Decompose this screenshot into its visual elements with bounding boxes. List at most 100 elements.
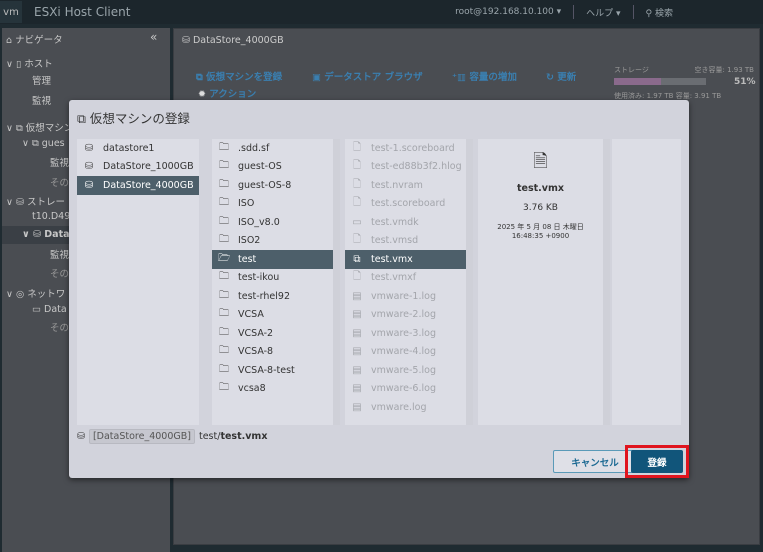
datastore-browser-action[interactable]: ▣ データストア ブラウザ (312, 69, 423, 83)
search-icon: ⚲ (645, 8, 655, 19)
item-label: vmware-1.log (371, 290, 436, 302)
list-item[interactable]: 🗋 test.scoreboard (345, 195, 466, 214)
nav-host[interactable]: ∨ ▯ ホスト (6, 56, 53, 70)
vmx-file-icon: 🗎 (533, 151, 548, 172)
list-item[interactable]: ⛁ DataStore_4000GB (77, 176, 199, 195)
search-button[interactable]: ⚲ 検索 (646, 6, 673, 19)
list-item[interactable]: ⛁ DataStore_1000GB (77, 158, 199, 177)
list-item[interactable]: 🗀 VCSA-2 (212, 324, 333, 343)
help-menu[interactable]: ヘルプ ▾ (586, 6, 620, 19)
user-menu[interactable]: root@192.168.10.100 ▾ (455, 7, 561, 17)
list-item[interactable]: ▤ vmware-3.log (345, 324, 466, 343)
list-item[interactable]: ▤ vmware-2.log (345, 306, 466, 325)
list-item[interactable]: 🗀 test-rhel92 (212, 287, 333, 306)
actions-menu[interactable]: ✹ アクション (198, 86, 256, 100)
list-item[interactable]: 🗀 ISO2 (212, 232, 333, 251)
refresh-action[interactable]: ↻ 更新 (546, 69, 576, 83)
item-label: VCSA-8-test (238, 364, 295, 376)
list-item[interactable]: 🗀 vcsa8 (212, 380, 333, 399)
file-scrollbar[interactable] (466, 139, 473, 425)
item-label: guest-OS-8 (238, 179, 292, 191)
list-item[interactable]: 🗀 .sdd.sf (212, 139, 333, 158)
folder-icon: 🗀 (219, 234, 229, 246)
collapse-icon[interactable]: « (150, 30, 157, 44)
nav-vms[interactable]: ∨ ⧉ 仮想マシン (6, 120, 73, 134)
item-label: vmware.log (371, 401, 427, 413)
list-item[interactable]: 🗁 test (212, 250, 333, 269)
storage-summary: ストレージ 空き容量: 1.93 TB (614, 66, 754, 74)
list-item[interactable]: ▤ vmware.log (345, 398, 466, 417)
list-item[interactable]: ⛁ datastore1 (77, 139, 199, 158)
list-item[interactable]: 🗀 test-ikou (212, 269, 333, 288)
folder-list: 🗀 .sdd.sf 🗀 guest-OS 🗀 guest-OS-8 🗀 ISO 🗀 ISO_v8.… (212, 139, 333, 425)
nav-ds-other[interactable]: その (50, 266, 69, 280)
item-label: vmware-5.log (371, 364, 436, 376)
item-label: vcsa8 (238, 383, 266, 395)
nav-ds-monitor[interactable]: 監視 (50, 247, 69, 261)
list-item[interactable]: ▤ vmware-4.log (345, 343, 466, 362)
increase-capacity-action[interactable]: ⁺▥ 容量の増加 (452, 69, 517, 83)
nav-net-other[interactable]: その (50, 320, 69, 334)
folder-icon: 🗀 (219, 178, 229, 190)
folder-scrollbar[interactable] (333, 139, 340, 425)
item-label: test (238, 253, 257, 265)
nav-vm-other[interactable]: その (50, 175, 69, 189)
app-title: ESXi Host Client (34, 5, 131, 19)
list-item[interactable]: 🗋 test-ed88b3f2.hlog (345, 158, 466, 177)
register-vm-action[interactable]: ⧉ 仮想マシンを登録 (196, 69, 282, 83)
file-icon: 🗋 (352, 234, 362, 246)
nav-storage[interactable]: ∨ ⛁ ストレー (6, 194, 65, 208)
folder-icon: 🗀 (219, 289, 229, 301)
folder-icon: 🗀 (219, 197, 229, 209)
folder-icon: 🗀 (219, 160, 229, 172)
item-label: test.vmx (371, 253, 413, 265)
item-label: test.nvram (371, 179, 423, 191)
list-item[interactable]: ▤ vmware-6.log (345, 380, 466, 399)
register-button[interactable]: 登録 (631, 450, 683, 473)
datastore-icon: ⛁ (84, 179, 94, 191)
detail-size: 3.76 KB (523, 203, 558, 213)
folder-icon: 🗀 (219, 326, 229, 338)
detail-scrollbar[interactable] (603, 139, 610, 425)
register-vm-dialog: ⧉ 仮想マシンの登録 ⛁ datastore1 ⛁ DataStore_1000GB ⛁… (69, 100, 689, 478)
nav-vm-monitor[interactable]: 監視 (50, 155, 69, 169)
item-label: vmware-4.log (371, 346, 436, 358)
file-icon: 🗋 (352, 178, 362, 190)
nav-network[interactable]: ∨ ◎ ネットワ (6, 286, 65, 300)
item-label: test-ikou (238, 272, 280, 284)
list-item[interactable]: 🗀 VCSA-8-test (212, 361, 333, 380)
datastore-icon: ⛁ (84, 142, 94, 154)
list-item[interactable]: 🗀 guest-OS (212, 158, 333, 177)
list-item[interactable]: 🗋 test.vmsd (345, 232, 466, 251)
vm-logo: vm (0, 1, 22, 23)
list-item[interactable]: ⧉ test.vmx (345, 250, 466, 269)
list-item[interactable]: 🗋 test.nvram (345, 176, 466, 195)
list-item[interactable]: 🗀 ISO (212, 195, 333, 214)
path-datastore: [DataStore_4000GB] (88, 429, 195, 444)
list-item[interactable]: 🗀 ISO_v8.0 (212, 213, 333, 232)
list-item[interactable]: 🗋 test.vmxf (345, 269, 466, 288)
top-bar: vm ESXi Host Client root@192.168.10.100 … (0, 0, 763, 24)
file-icon: 🗋 (352, 197, 362, 209)
list-item[interactable]: ▤ vmware-5.log (345, 361, 466, 380)
disk-icon: ▭ (352, 216, 362, 228)
item-label: .sdd.sf (238, 142, 270, 154)
list-item[interactable]: 🗀 VCSA-8 (212, 343, 333, 362)
path-file: test.vmx (220, 431, 268, 442)
item-label: VCSA-2 (238, 327, 274, 339)
nav-vm-guest[interactable]: ∨ ⧉ gues (22, 138, 65, 149)
file-icon: 🗋 (352, 160, 362, 172)
folder-icon: 🗀 (219, 271, 229, 283)
nav-net-item[interactable]: ▭ Data (32, 304, 67, 315)
item-label: ISO_v8.0 (238, 216, 280, 228)
list-item[interactable]: 🗋 test-1.scoreboard (345, 139, 466, 158)
folder-icon: 🗀 (219, 363, 229, 375)
nav-host-manage[interactable]: 管理 (32, 73, 51, 87)
nav-host-monitor[interactable]: 監視 (32, 93, 51, 107)
list-item[interactable]: 🗀 VCSA (212, 306, 333, 325)
path-folder: test/ (198, 431, 221, 442)
list-item[interactable]: 🗀 guest-OS-8 (212, 176, 333, 195)
list-item[interactable]: ▤ vmware-1.log (345, 287, 466, 306)
list-item[interactable]: ▭ test.vmdk (345, 213, 466, 232)
item-label: ISO (238, 198, 255, 210)
